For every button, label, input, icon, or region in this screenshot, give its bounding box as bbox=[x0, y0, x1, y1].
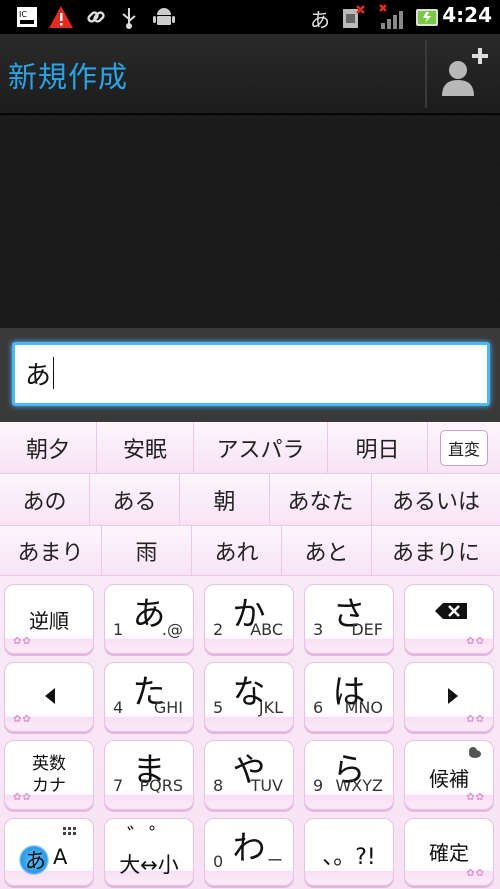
key-na[interactable]: な 5 JKL bbox=[204, 662, 294, 732]
candidate-row-1: 朝夕 安眠 アスパラ 明日 直変 bbox=[0, 422, 500, 474]
eisu-kana-key[interactable]: ✿✿ 英数 カナ bbox=[4, 740, 94, 810]
key-ta[interactable]: た 4 GHI bbox=[104, 662, 194, 732]
title-divider bbox=[425, 40, 427, 108]
warning-icon bbox=[48, 4, 74, 30]
add-contact-button[interactable] bbox=[428, 34, 500, 114]
candidate-item[interactable]: あと bbox=[282, 526, 372, 575]
title-bar: 新規作成 bbox=[0, 34, 500, 114]
cloud-icon bbox=[469, 747, 481, 758]
candidate-item[interactable]: あれ bbox=[192, 526, 282, 575]
candidate-item[interactable]: あの bbox=[0, 474, 90, 525]
candidate-item[interactable]: あるいは bbox=[372, 474, 500, 525]
text-caret bbox=[53, 357, 54, 389]
candidate-item[interactable]: 朝 bbox=[180, 474, 270, 525]
dakuten-key[interactable]: ゛゜ 大↔小 bbox=[104, 818, 194, 886]
candidate-item[interactable]: 明日 bbox=[328, 422, 428, 473]
candidate-item[interactable]: アスパラ bbox=[194, 422, 328, 473]
add-contact-icon bbox=[442, 48, 488, 96]
candidate-item[interactable]: 安眠 bbox=[97, 422, 194, 473]
ime-status-char: あ bbox=[310, 8, 330, 32]
candidate-item[interactable]: あなた bbox=[270, 474, 372, 525]
key-ya[interactable]: や 8 TUV bbox=[204, 740, 294, 810]
cursor-right-key[interactable]: ✿✿ bbox=[404, 662, 494, 732]
svg-text:IC: IC bbox=[19, 10, 27, 19]
ic-card-icon: IC bbox=[14, 4, 40, 30]
message-input[interactable]: あ bbox=[12, 342, 490, 406]
candidate-item[interactable]: ある bbox=[90, 474, 180, 525]
candidate-item[interactable]: あまりに bbox=[372, 526, 500, 575]
candidate-row-3: あまり 雨 あれ あと あまりに bbox=[0, 526, 500, 576]
confirm-key[interactable]: ✿✿ 確定 bbox=[404, 818, 494, 886]
compose-bar: あ bbox=[0, 328, 500, 422]
key-ha[interactable]: は 6 MNO bbox=[304, 662, 394, 732]
candidate-item[interactable]: 雨 bbox=[102, 526, 192, 575]
direct-conversion-button[interactable]: 直変 bbox=[440, 429, 488, 466]
key-wa[interactable]: わ 0 ー bbox=[204, 818, 294, 886]
usb-icon bbox=[118, 4, 140, 30]
no-signal-icon bbox=[376, 4, 406, 30]
reverse-key[interactable]: ✿✿ 逆順 bbox=[4, 584, 94, 654]
cursor-left-key[interactable]: ✿✿ bbox=[4, 662, 94, 732]
status-bar: IC あ 4:24 bbox=[0, 0, 500, 34]
key-sa[interactable]: さ 3 DEF bbox=[304, 584, 394, 654]
key-ka[interactable]: か 2 ABC bbox=[204, 584, 294, 654]
candidate-row-2: あの ある 朝 あなた あるいは bbox=[0, 474, 500, 526]
input-mode-key[interactable]: あ A bbox=[4, 818, 94, 886]
candidate-item[interactable]: あまり bbox=[0, 526, 102, 575]
grid-dots-icon bbox=[63, 827, 76, 835]
candidate-key[interactable]: ✿✿ 候補 bbox=[404, 740, 494, 810]
japanese-keyboard: 朝夕 安眠 アスパラ 明日 直変 あの ある 朝 あなた あるいは あまり 雨 … bbox=[0, 422, 500, 889]
message-thread-area bbox=[0, 115, 500, 328]
android-debug-icon bbox=[152, 4, 176, 30]
link-icon bbox=[84, 4, 108, 30]
key-a[interactable]: あ 1 .@ bbox=[104, 584, 194, 654]
backspace-key[interactable]: ✿✿ bbox=[404, 584, 494, 654]
message-input-text: あ bbox=[25, 361, 52, 391]
sim-error-icon bbox=[340, 4, 366, 30]
candidate-item[interactable]: 朝夕 bbox=[0, 422, 97, 473]
punctuation-key[interactable]: 、。?! bbox=[304, 818, 394, 886]
henkan-cell: 直変 bbox=[428, 422, 500, 473]
page-title: 新規作成 bbox=[8, 60, 129, 94]
battery-icon bbox=[414, 4, 440, 30]
clock: 4:24 bbox=[442, 3, 492, 27]
key-ma[interactable]: ま 7 PQRS bbox=[104, 740, 194, 810]
key-ra[interactable]: ら 9 WXYZ bbox=[304, 740, 394, 810]
